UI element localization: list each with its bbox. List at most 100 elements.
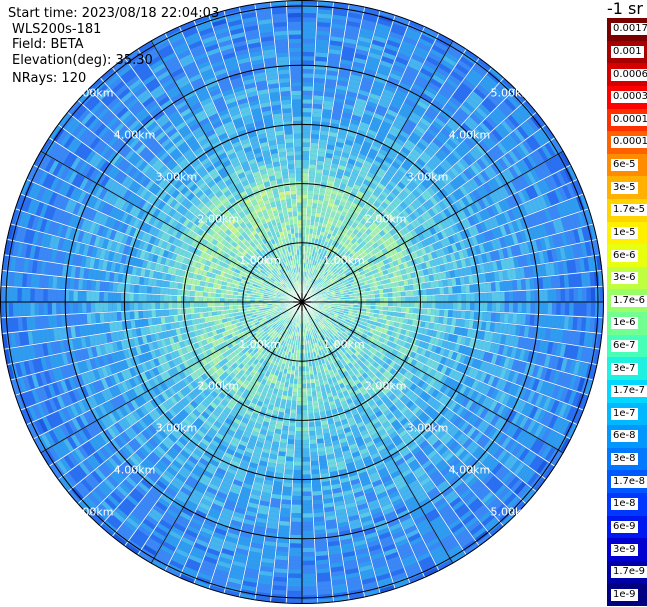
field-cell xyxy=(366,302,371,306)
field-cell xyxy=(307,400,313,406)
field-cell xyxy=(289,560,302,566)
field-cell xyxy=(237,305,242,309)
field-cell xyxy=(290,530,302,535)
field-cell xyxy=(313,408,320,414)
field-cell xyxy=(302,401,308,406)
field-cell xyxy=(298,362,302,367)
field-cell xyxy=(483,302,488,312)
field-cell xyxy=(284,469,293,475)
field-cell xyxy=(47,302,53,315)
field-cell xyxy=(133,302,139,311)
field-cell xyxy=(298,366,302,371)
field-cell xyxy=(78,279,84,290)
field-cell xyxy=(302,414,308,419)
field-cell xyxy=(186,314,192,320)
field-cell xyxy=(294,370,299,376)
field-cell xyxy=(312,490,322,496)
field-cell xyxy=(302,483,312,488)
field-cell xyxy=(288,435,295,440)
field-cell xyxy=(215,306,221,311)
field-cell xyxy=(199,280,205,287)
field-cell xyxy=(452,302,458,310)
field-cell xyxy=(241,302,246,305)
field-cell xyxy=(465,302,471,311)
field-cell xyxy=(444,302,449,310)
field-cell xyxy=(228,302,234,306)
field-cell xyxy=(314,516,325,522)
field-cell xyxy=(203,286,209,292)
field-cell xyxy=(292,387,298,393)
field-cell xyxy=(43,302,48,315)
field-cell xyxy=(295,431,302,436)
field-cell xyxy=(391,311,397,317)
field-cell xyxy=(90,313,96,324)
field-cell xyxy=(284,473,293,479)
field-cell xyxy=(305,357,309,363)
field-cell xyxy=(60,290,65,302)
field-cell xyxy=(220,310,226,315)
field-cell xyxy=(306,379,311,384)
field-cell xyxy=(302,448,310,453)
field-cell xyxy=(291,513,302,518)
field-cell xyxy=(287,391,293,397)
field-cell xyxy=(30,288,35,302)
field-cell xyxy=(302,439,309,445)
field-cell xyxy=(447,310,453,318)
field-cell xyxy=(129,311,135,320)
field-cell xyxy=(56,289,61,302)
field-cell xyxy=(160,316,166,324)
field-cell xyxy=(487,302,492,312)
field-cell xyxy=(430,309,436,316)
field-cell xyxy=(69,302,74,314)
field-cell xyxy=(189,296,195,302)
field-cell xyxy=(439,302,445,309)
field-cell xyxy=(82,291,87,302)
field-cell xyxy=(112,292,117,302)
field-cell xyxy=(302,487,312,492)
field-cell xyxy=(307,392,312,397)
field-cell xyxy=(285,456,294,462)
field-cell xyxy=(280,434,288,440)
field-cell xyxy=(312,482,321,488)
field-cell xyxy=(309,439,317,445)
field-cell xyxy=(405,307,410,313)
field-cell xyxy=(296,405,302,410)
field-cell xyxy=(305,366,309,371)
field-cell xyxy=(291,504,302,510)
field-cell xyxy=(293,461,302,466)
field-cell xyxy=(194,313,200,319)
field-cell xyxy=(108,312,114,322)
field-cell xyxy=(279,403,286,409)
field-cell xyxy=(73,290,78,302)
field-cell xyxy=(302,521,313,527)
field-cell xyxy=(292,487,302,492)
field-cell xyxy=(159,309,165,317)
field-cell xyxy=(503,313,509,323)
field-cell xyxy=(302,353,305,359)
field-cell xyxy=(407,319,413,325)
field-cell xyxy=(195,279,201,286)
field-cell xyxy=(302,362,306,367)
field-cell xyxy=(25,288,31,302)
field-cell xyxy=(298,379,302,384)
field-cell xyxy=(146,310,152,318)
field-cell xyxy=(233,298,238,302)
field-cell xyxy=(422,302,428,309)
field-cell xyxy=(302,500,312,505)
field-cell xyxy=(281,503,291,509)
field-cell xyxy=(185,290,191,296)
field-cell xyxy=(94,291,100,302)
field-cell xyxy=(282,490,292,496)
field-cell xyxy=(375,306,380,310)
field-cell xyxy=(295,427,302,432)
field-cell xyxy=(302,517,313,522)
field-cell xyxy=(379,302,384,306)
field-cell xyxy=(279,407,285,413)
field-cell xyxy=(151,294,156,302)
field-cell xyxy=(387,311,393,316)
field-cell xyxy=(95,281,101,291)
field-cell xyxy=(292,500,302,505)
field-cell xyxy=(409,302,415,308)
field-cell xyxy=(112,282,118,292)
field-cell xyxy=(292,491,302,497)
